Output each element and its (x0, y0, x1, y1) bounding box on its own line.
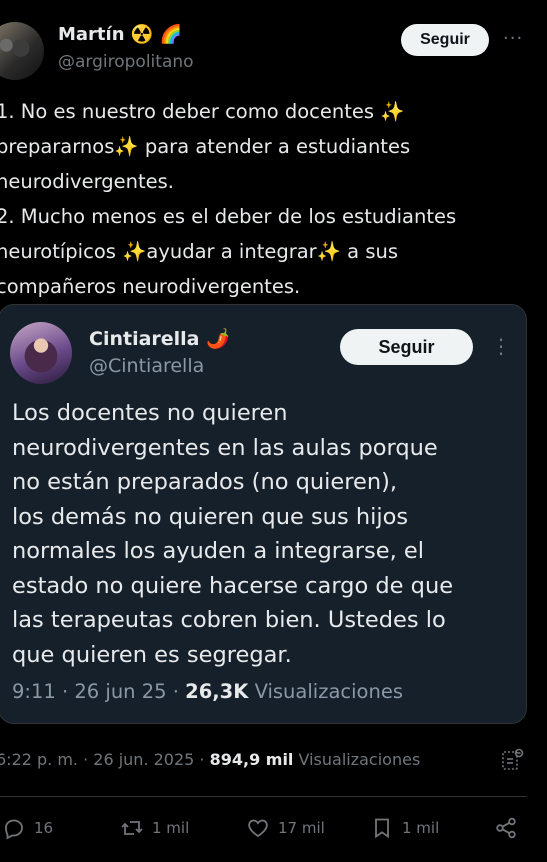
quote-more-options-icon[interactable]: ⋮ (491, 334, 512, 358)
tweet-timestamp[interactable]: 6:22 p. m. · 26 jun. 2025 · (0, 750, 210, 769)
quote-timestamp[interactable]: 9:11 · 26 jun 25 · (12, 680, 185, 703)
reply-icon (5, 819, 23, 840)
reply-button[interactable]: 16 (2, 816, 53, 840)
quote-line: no están preparados (no quieren), (12, 469, 398, 495)
quote-text: Los docentes no quieren neurodivergentes… (12, 396, 512, 672)
author-name[interactable]: Martín ☢️ 🌈 (58, 24, 182, 45)
quote-line: normales los ayuden a integrarse, el (12, 538, 424, 564)
quote-author-handle[interactable]: @Cintiarella (89, 355, 204, 377)
quote-author-avatar[interactable] (10, 322, 72, 384)
follow-button[interactable]: Seguir (401, 24, 489, 56)
retweet-count: 1 mil (152, 819, 190, 837)
tweet-line: compañeros neurodivergentes. (0, 275, 301, 298)
quote-author-name[interactable]: Cintiarella 🌶️ (89, 327, 230, 350)
retweet-icon (121, 821, 143, 835)
bookmark-button[interactable]: 1 mil (370, 816, 439, 840)
quote-view-count: 26,3K (185, 680, 249, 703)
views-label: Visualizaciones (293, 750, 421, 769)
author-avatar[interactable] (0, 22, 44, 80)
chili-pepper-emoji: 🌶️ (206, 328, 230, 350)
author-handle[interactable]: @argiropolitano (58, 52, 194, 72)
view-count: 894,9 mil (209, 750, 294, 769)
bookmark-count: 1 mil (402, 819, 440, 837)
divider (0, 796, 527, 797)
grok-analyze-icon[interactable] (500, 748, 524, 776)
quote-views-label: Visualizaciones (248, 680, 403, 703)
author-emojis: ☢️ 🌈 (130, 24, 182, 45)
quote-line: que quieren es segregar. (12, 641, 292, 668)
reply-count: 16 (34, 819, 54, 837)
quote-line: estado no quiere hacerse cargo de que (12, 572, 454, 599)
share-icon (496, 817, 516, 839)
like-count: 17 mil (278, 819, 325, 837)
bookmark-icon (375, 818, 389, 839)
quote-line: las terapeutas cobren bien. Ustedes lo (12, 607, 446, 633)
like-button[interactable]: 17 mil (246, 816, 325, 840)
quote-timestamp-views: 9:11 · 26 jun 25 · 26,3K Visualizaciones (12, 680, 403, 703)
tweet-timestamp-views: 6:22 p. m. · 26 jun. 2025 · 894,9 mil Vi… (0, 750, 420, 769)
tweet-line: neurodivergentes. (0, 170, 174, 193)
quote-line: Los docentes no quieren (12, 400, 288, 426)
retweet-button[interactable]: 1 mil (120, 816, 189, 840)
tweet-line: prepararnos✨ para atender a estudiantes (0, 135, 411, 158)
tweet-line: neurotípicos ✨ayudar a integrar✨ a sus (0, 240, 399, 263)
tweet-line: 1. No es nuestro deber como docentes ✨ (0, 100, 405, 123)
more-options-icon[interactable]: ··· (503, 28, 523, 49)
share-button[interactable] (494, 816, 518, 840)
quote-follow-button[interactable]: Seguir (340, 329, 473, 365)
heart-icon (248, 819, 268, 838)
tweet-text: 1. No es nuestro deber como docentes ✨ p… (0, 94, 536, 304)
tweet-line: 2. Mucho menos es el deber de los estudi… (0, 205, 457, 228)
quote-line: los demás no quieren que sus hijos (12, 503, 409, 530)
quote-line: neurodivergentes en las aulas porque (12, 434, 438, 461)
